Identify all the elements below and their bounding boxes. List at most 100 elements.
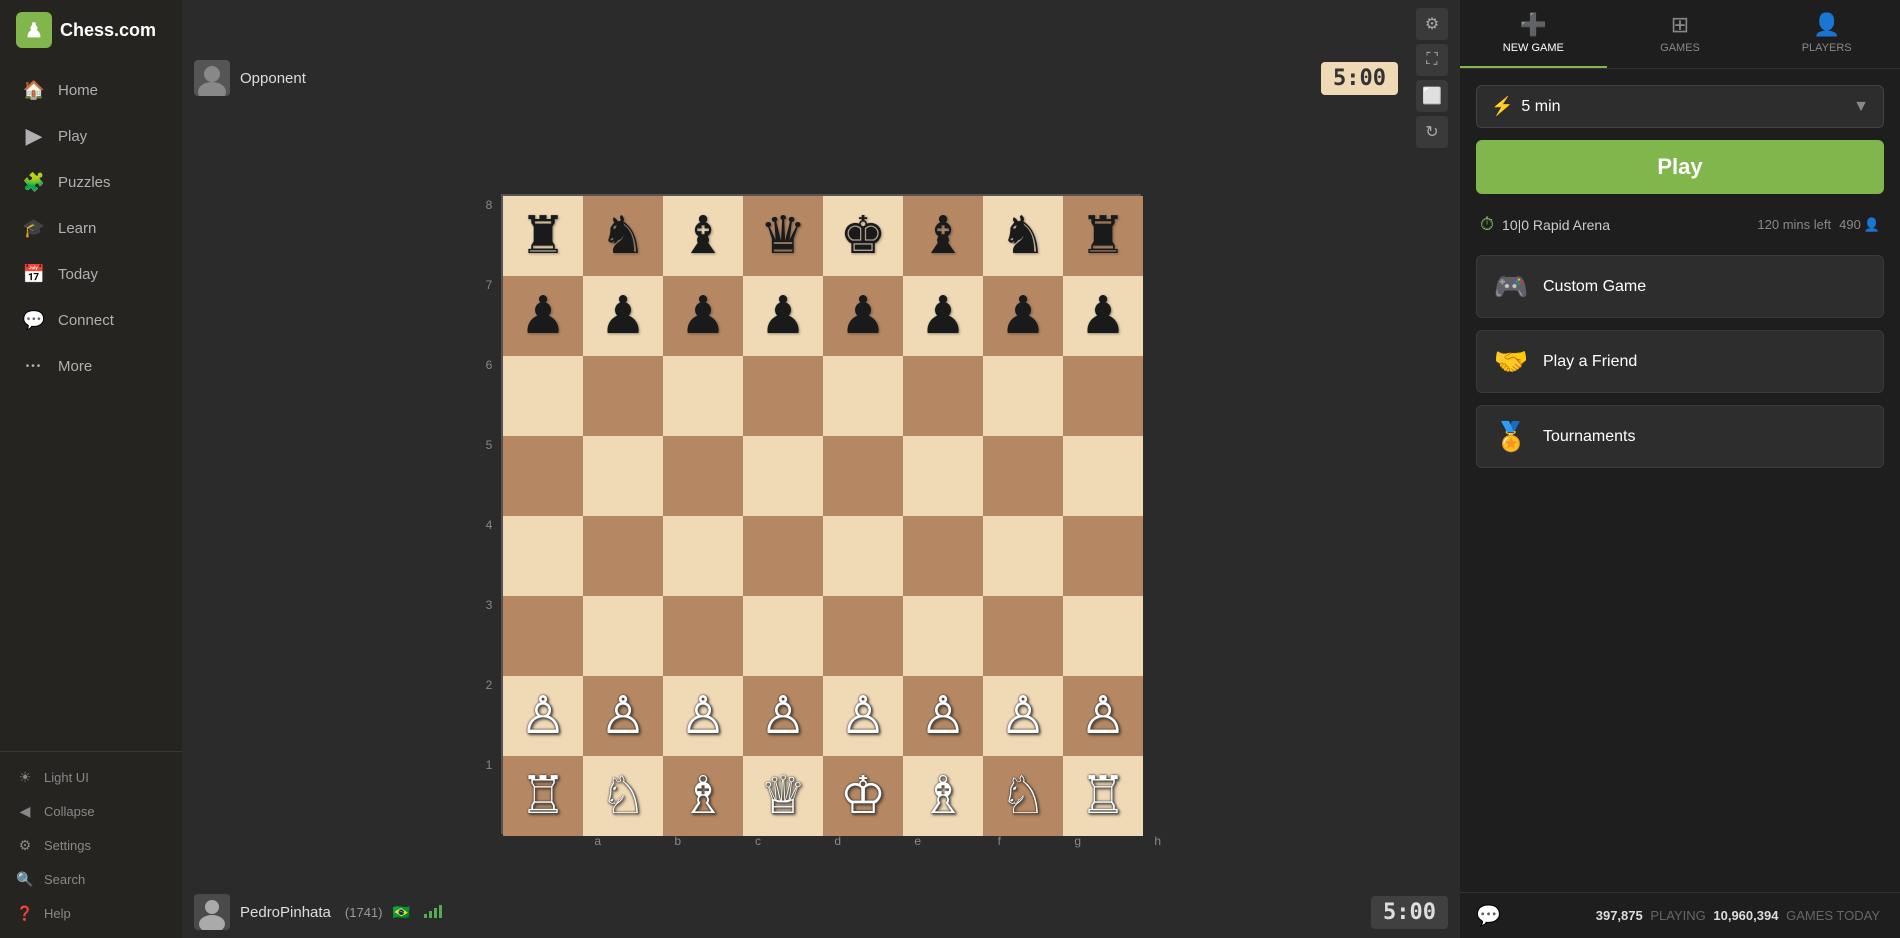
board-cell[interactable]: ♙ bbox=[583, 676, 663, 756]
chess-piece[interactable]: ♙ bbox=[760, 690, 807, 742]
settings-board-button[interactable]: ⚙ bbox=[1416, 8, 1448, 40]
light-ui-toggle[interactable]: ☀ Light UI bbox=[0, 760, 182, 794]
board-cell[interactable] bbox=[983, 436, 1063, 516]
chess-piece[interactable]: ♙ bbox=[1000, 690, 1047, 742]
board-cell[interactable] bbox=[743, 436, 823, 516]
chess-piece[interactable]: ♙ bbox=[920, 690, 967, 742]
chess-piece[interactable]: ♝ bbox=[680, 210, 727, 262]
board-cell[interactable]: ♟ bbox=[823, 276, 903, 356]
board-cell[interactable] bbox=[903, 356, 983, 436]
board-cell[interactable]: ♖ bbox=[503, 756, 583, 836]
board-cell[interactable] bbox=[1063, 436, 1143, 516]
board-cell[interactable] bbox=[743, 596, 823, 676]
flip-board-button[interactable]: ↻ bbox=[1416, 116, 1448, 148]
board-cell[interactable] bbox=[583, 596, 663, 676]
custom-game-button[interactable]: 🎮 Custom Game bbox=[1476, 255, 1884, 318]
board-cell[interactable]: ♟ bbox=[663, 276, 743, 356]
board-cell[interactable]: ♟ bbox=[1063, 276, 1143, 356]
board-cell[interactable]: ♗ bbox=[903, 756, 983, 836]
board-cell[interactable] bbox=[823, 596, 903, 676]
board-cell[interactable] bbox=[983, 516, 1063, 596]
sidebar-item-puzzles[interactable]: 🧩 Puzzles bbox=[6, 160, 176, 204]
play-friend-button[interactable]: 🤝 Play a Friend bbox=[1476, 330, 1884, 393]
board-cell[interactable]: ♟ bbox=[583, 276, 663, 356]
chess-piece[interactable]: ♔ bbox=[840, 770, 887, 822]
board-button[interactable]: ⬜ bbox=[1416, 80, 1448, 112]
board-cell[interactable] bbox=[903, 516, 983, 596]
chess-piece[interactable]: ♗ bbox=[920, 770, 967, 822]
board-cell[interactable] bbox=[983, 356, 1063, 436]
chess-piece[interactable]: ♟ bbox=[840, 290, 887, 342]
chess-piece[interactable]: ♙ bbox=[840, 690, 887, 742]
chess-board[interactable]: ♜♞♝♛♚♝♞♜♟♟♟♟♟♟♟♟♙♙♙♙♙♙♙♙♖♘♗♕♔♗♘♖ bbox=[501, 194, 1141, 834]
board-cell[interactable]: ♔ bbox=[823, 756, 903, 836]
chess-piece[interactable]: ♕ bbox=[760, 770, 807, 822]
search-button[interactable]: 🔍 Search bbox=[0, 862, 182, 896]
board-cell[interactable] bbox=[1063, 356, 1143, 436]
board-cell[interactable]: ♟ bbox=[983, 276, 1063, 356]
fullscreen-button[interactable]: ⛶ bbox=[1416, 44, 1448, 76]
chess-piece[interactable]: ♝ bbox=[920, 210, 967, 262]
board-cell[interactable] bbox=[503, 516, 583, 596]
tournaments-button[interactable]: 🏅 Tournaments bbox=[1476, 405, 1884, 468]
board-cell[interactable]: ♙ bbox=[743, 676, 823, 756]
chess-piece[interactable]: ♟ bbox=[600, 290, 647, 342]
chess-piece[interactable]: ♞ bbox=[1000, 210, 1047, 262]
board-cell[interactable]: ♞ bbox=[583, 196, 663, 276]
board-cell[interactable]: ♟ bbox=[743, 276, 823, 356]
board-cell[interactable] bbox=[663, 596, 743, 676]
board-cell[interactable]: ♘ bbox=[583, 756, 663, 836]
board-cell[interactable]: ♙ bbox=[823, 676, 903, 756]
board-cell[interactable]: ♟ bbox=[903, 276, 983, 356]
time-selector[interactable]: ⚡ 5 min ▼ bbox=[1476, 85, 1884, 128]
board-cell[interactable]: ♗ bbox=[663, 756, 743, 836]
board-cell[interactable] bbox=[503, 436, 583, 516]
play-button[interactable]: Play bbox=[1476, 140, 1884, 194]
chess-piece[interactable]: ♗ bbox=[680, 770, 727, 822]
board-cell[interactable] bbox=[583, 356, 663, 436]
board-cell[interactable] bbox=[903, 596, 983, 676]
board-cell[interactable] bbox=[583, 436, 663, 516]
chess-piece[interactable]: ♙ bbox=[1080, 690, 1127, 742]
tab-players[interactable]: 👤 PLAYERS bbox=[1753, 0, 1900, 68]
chat-icon[interactable]: 💬 bbox=[1476, 903, 1501, 928]
chess-piece[interactable]: ♙ bbox=[680, 690, 727, 742]
board-cell[interactable]: ♘ bbox=[983, 756, 1063, 836]
board-cell[interactable] bbox=[583, 516, 663, 596]
chess-piece[interactable]: ♘ bbox=[1000, 770, 1047, 822]
board-cell[interactable]: ♛ bbox=[743, 196, 823, 276]
sidebar-item-learn[interactable]: 🎓 Learn bbox=[6, 206, 176, 250]
board-cell[interactable] bbox=[823, 436, 903, 516]
sidebar-item-today[interactable]: 📅 Today bbox=[6, 252, 176, 296]
board-cell[interactable]: ♕ bbox=[743, 756, 823, 836]
board-cell[interactable]: ♚ bbox=[823, 196, 903, 276]
tab-new-game[interactable]: ➕ NEW GAME bbox=[1460, 0, 1607, 68]
board-cell[interactable] bbox=[1063, 596, 1143, 676]
board-cell[interactable]: ♙ bbox=[903, 676, 983, 756]
chess-piece[interactable]: ♜ bbox=[520, 210, 567, 262]
board-cell[interactable] bbox=[823, 356, 903, 436]
settings-button[interactable]: ⚙ Settings bbox=[0, 828, 182, 862]
help-button[interactable]: ❓ Help bbox=[0, 896, 182, 930]
chess-piece[interactable]: ♟ bbox=[760, 290, 807, 342]
board-cell[interactable]: ♙ bbox=[1063, 676, 1143, 756]
chess-piece[interactable]: ♟ bbox=[520, 290, 567, 342]
sidebar-item-connect[interactable]: 💬 Connect bbox=[6, 298, 176, 342]
board-cell[interactable] bbox=[663, 356, 743, 436]
board-cell[interactable] bbox=[903, 436, 983, 516]
board-cell[interactable] bbox=[663, 436, 743, 516]
board-cell[interactable]: ♜ bbox=[1063, 196, 1143, 276]
board-cell[interactable]: ♖ bbox=[1063, 756, 1143, 836]
board-cell[interactable]: ♟ bbox=[503, 276, 583, 356]
board-cell[interactable]: ♝ bbox=[663, 196, 743, 276]
sidebar-item-home[interactable]: 🏠 Home bbox=[6, 68, 176, 112]
chess-piece[interactable]: ♟ bbox=[1000, 290, 1047, 342]
chess-piece[interactable]: ♛ bbox=[760, 210, 807, 262]
chess-piece[interactable]: ♟ bbox=[680, 290, 727, 342]
board-cell[interactable]: ♞ bbox=[983, 196, 1063, 276]
board-cell[interactable] bbox=[743, 516, 823, 596]
chess-piece[interactable]: ♜ bbox=[1080, 210, 1127, 262]
board-cell[interactable]: ♙ bbox=[663, 676, 743, 756]
sidebar-item-more[interactable]: ••• More bbox=[6, 344, 176, 388]
chess-piece[interactable]: ♙ bbox=[600, 690, 647, 742]
